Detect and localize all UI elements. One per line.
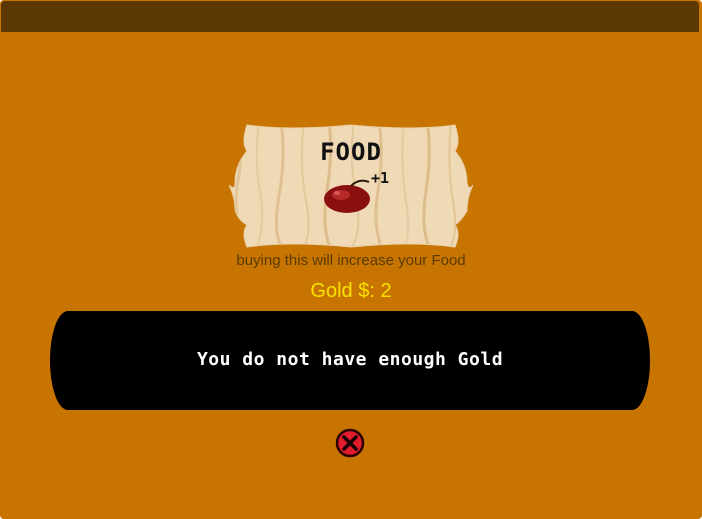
item-description: buying this will increase your Food <box>236 252 466 269</box>
item-title: FOOD <box>320 138 382 166</box>
message-text: You do not have enough Gold <box>196 349 504 370</box>
message-box: You do not have enough Gold <box>50 311 650 410</box>
close-button[interactable] <box>335 428 365 458</box>
gold-counter: Gold $: 2 <box>310 280 392 302</box>
close-icon <box>335 428 365 458</box>
item-bonus: +1 <box>371 169 390 187</box>
top-bar <box>1 1 699 32</box>
food-item-card: FOOD +1 <box>229 121 473 251</box>
game-dialog: FOOD +1 buying this will increase your F… <box>0 0 702 519</box>
